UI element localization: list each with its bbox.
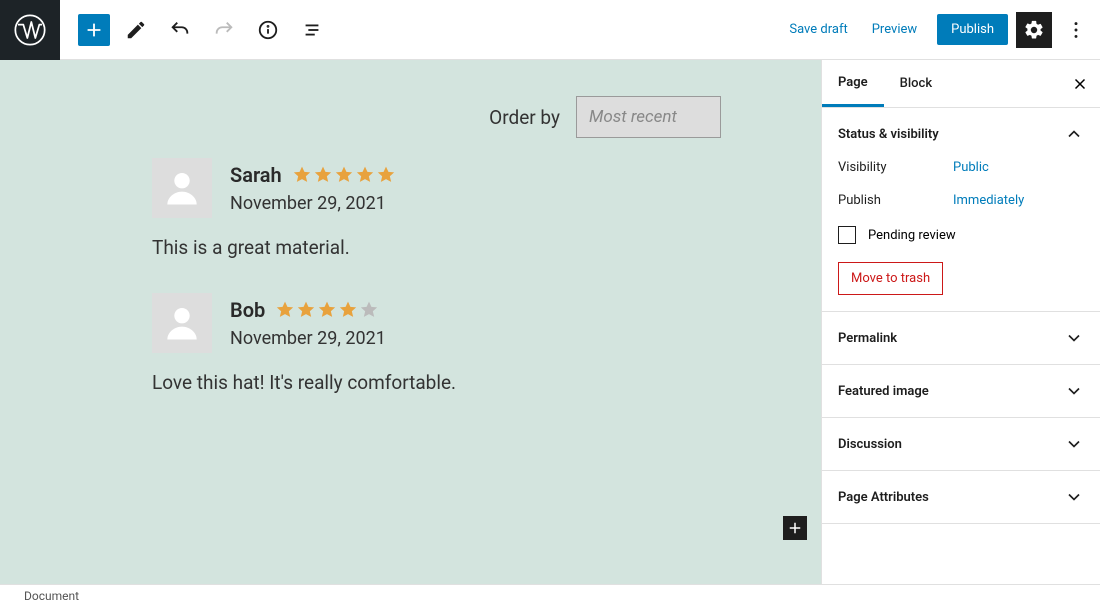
- chevron-up-icon: [1064, 124, 1084, 144]
- panel-status-toggle[interactable]: Status & visibility: [822, 108, 1100, 160]
- star-icon: [376, 165, 396, 185]
- review-rating: [292, 165, 396, 185]
- publish-button[interactable]: Publish: [937, 14, 1008, 45]
- order-by-label: Order by: [489, 106, 560, 129]
- close-sidebar-button[interactable]: [1060, 75, 1100, 93]
- settings-sidebar: Page Block Status & visibility Visibilit…: [821, 60, 1100, 584]
- star-icon: [275, 300, 295, 320]
- review-author: Sarah: [230, 163, 282, 187]
- publish-label: Publish: [838, 193, 953, 208]
- star-icon: [296, 300, 316, 320]
- star-icon: [359, 300, 379, 320]
- review-rating: [275, 300, 379, 320]
- settings-button[interactable]: [1016, 12, 1052, 48]
- review-body: Love this hat! It's really comfortable.: [152, 371, 821, 394]
- star-icon: [292, 165, 312, 185]
- chevron-down-icon: [1064, 328, 1084, 348]
- review-date: November 29, 2021: [230, 193, 396, 214]
- panel-status-visibility: Status & visibility Visibility Public Pu…: [822, 108, 1100, 312]
- panel-page-attributes-toggle[interactable]: Page Attributes: [822, 471, 1100, 523]
- star-icon: [355, 165, 375, 185]
- tab-block[interactable]: Block: [884, 60, 948, 107]
- order-by-select[interactable]: Most recent: [576, 96, 721, 138]
- review-item: Sarah November 29, 2021 This is a great …: [152, 158, 821, 259]
- review-author: Bob: [230, 298, 265, 322]
- chevron-down-icon: [1064, 434, 1084, 454]
- editor-toolbar: Save draft Preview Publish: [0, 0, 1100, 60]
- star-icon: [317, 300, 337, 320]
- preview-button[interactable]: Preview: [860, 14, 929, 45]
- info-button[interactable]: [250, 12, 286, 48]
- breadcrumb[interactable]: Document: [24, 589, 79, 603]
- more-options-button[interactable]: [1058, 12, 1094, 48]
- review-date: November 29, 2021: [230, 328, 386, 349]
- pending-review-checkbox[interactable]: [838, 226, 856, 244]
- avatar: [152, 293, 212, 353]
- undo-button[interactable]: [162, 12, 198, 48]
- star-icon: [313, 165, 333, 185]
- list-view-button[interactable]: [294, 12, 330, 48]
- tab-page[interactable]: Page: [822, 60, 884, 107]
- star-icon: [334, 165, 354, 185]
- pending-review-label: Pending review: [868, 228, 956, 243]
- visibility-label: Visibility: [838, 160, 953, 175]
- panel-discussion-toggle[interactable]: Discussion: [822, 418, 1100, 470]
- editor-footer: Document: [0, 584, 1100, 608]
- star-icon: [338, 300, 358, 320]
- review-body: This is a great material.: [152, 236, 821, 259]
- wordpress-logo[interactable]: [0, 0, 60, 60]
- review-item: Bob November 29, 2021 Love this hat! It'…: [152, 293, 821, 394]
- move-to-trash-button[interactable]: Move to trash: [838, 262, 943, 295]
- panel-permalink-toggle[interactable]: Permalink: [822, 312, 1100, 364]
- visibility-value[interactable]: Public: [953, 160, 989, 175]
- edit-mode-button[interactable]: [118, 12, 154, 48]
- chevron-down-icon: [1064, 381, 1084, 401]
- insert-block-button[interactable]: [783, 516, 807, 540]
- panel-featured-image-toggle[interactable]: Featured image: [822, 365, 1100, 417]
- avatar: [152, 158, 212, 218]
- publish-value[interactable]: Immediately: [953, 193, 1024, 208]
- editor-canvas[interactable]: Order by Most recent Sarah November 29, …: [0, 60, 821, 584]
- add-block-button[interactable]: [78, 14, 110, 46]
- chevron-down-icon: [1064, 487, 1084, 507]
- redo-button[interactable]: [206, 12, 242, 48]
- save-draft-button[interactable]: Save draft: [777, 14, 859, 45]
